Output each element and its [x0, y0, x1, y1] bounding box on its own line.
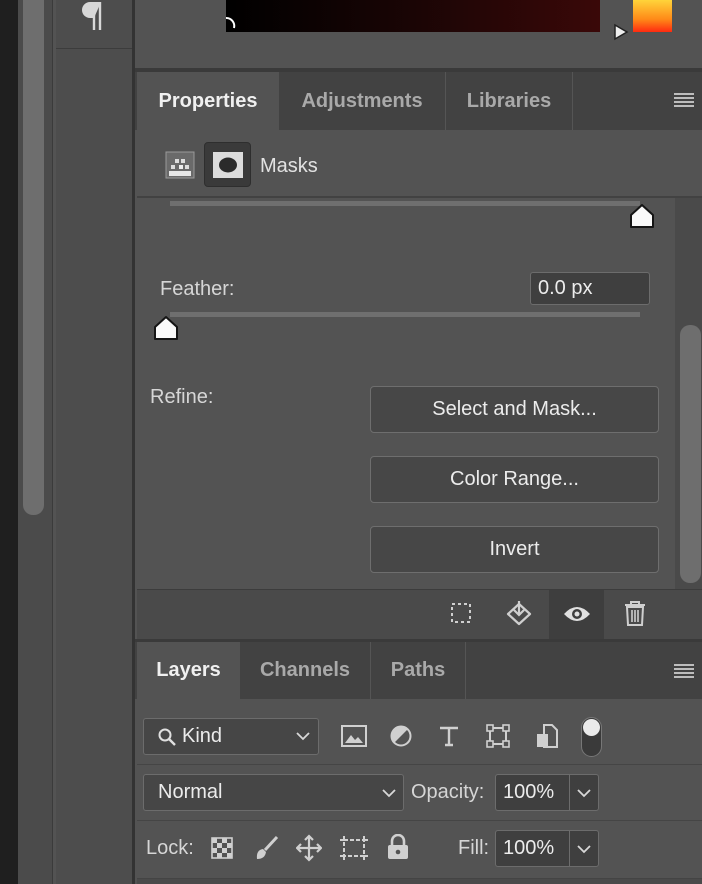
main-divider	[132, 0, 135, 884]
density-slider-track[interactable]	[170, 201, 640, 206]
layers-divider	[137, 820, 702, 821]
paragraph-icon[interactable]	[80, 0, 106, 32]
hue-slider-arrow[interactable]	[613, 23, 629, 41]
apply-mask-icon[interactable]	[505, 600, 533, 626]
refine-label: Refine:	[150, 386, 214, 408]
color-picker-field[interactable]	[226, 0, 600, 32]
collapsed-panel-column	[56, 0, 132, 884]
dock-scrollbar[interactable]	[23, 0, 44, 515]
lock-pixels-brush-icon[interactable]	[253, 835, 279, 861]
filter-smart-object-icon[interactable]	[536, 724, 558, 748]
tab-divider	[572, 72, 573, 130]
masks-label: Masks	[260, 155, 318, 177]
layers-divider	[137, 764, 702, 765]
lock-artboard-icon[interactable]	[339, 835, 369, 861]
layers-menu-icon[interactable]	[674, 664, 694, 678]
fill-value: 100%	[503, 837, 555, 859]
lock-all-icon[interactable]	[387, 834, 409, 860]
tab-adjustments[interactable]: Adjustments	[279, 72, 445, 130]
dock-divider	[52, 0, 53, 884]
density-slider-handle[interactable]	[629, 203, 655, 229]
blend-mode-value: Normal	[158, 781, 223, 803]
load-selection-icon[interactable]	[450, 602, 472, 624]
feather-slider-track[interactable]	[170, 312, 640, 317]
opacity-divider	[569, 775, 570, 810]
filter-kind-value: Kind	[182, 725, 223, 747]
properties-scrollbar-thumb[interactable]	[680, 325, 701, 583]
tab-divider	[465, 642, 466, 699]
select-and-mask-button[interactable]: Select and Mask...	[370, 386, 659, 433]
layers-list-top-edge	[137, 878, 702, 884]
panel-menu-icon[interactable]	[674, 93, 694, 107]
chevron-down-icon[interactable]	[577, 788, 591, 798]
filter-pixel-icon[interactable]	[341, 725, 367, 747]
tab-layers[interactable]: Layers	[137, 642, 240, 699]
filter-kind-select[interactable]: Kind	[143, 718, 319, 755]
feather-slider-handle[interactable]	[153, 315, 179, 341]
feather-value: 0.0 px	[538, 277, 593, 299]
pixel-mask-icon[interactable]	[165, 151, 195, 179]
masks-divider	[137, 196, 702, 198]
chevron-down-icon	[296, 731, 310, 741]
feather-input[interactable]: 0.0 px	[530, 272, 650, 305]
filter-shape-icon[interactable]	[486, 724, 510, 748]
lock-transparency-icon[interactable]	[211, 837, 233, 859]
lock-position-move-icon[interactable]	[296, 834, 322, 862]
blend-mode-select[interactable]: Normal	[143, 774, 404, 811]
lock-label: Lock:	[146, 837, 194, 859]
feather-label: Feather:	[160, 278, 235, 300]
search-icon	[158, 728, 176, 746]
fill-label: Fill:	[458, 837, 490, 859]
opacity-label: Opacity:	[411, 781, 485, 803]
color-range-button[interactable]: Color Range...	[370, 456, 659, 503]
fill-divider	[569, 831, 570, 866]
left-edge	[0, 0, 18, 884]
trash-icon[interactable]	[624, 600, 646, 626]
chevron-down-icon[interactable]	[577, 844, 591, 854]
color-field-cursor	[223, 16, 239, 32]
properties-footer	[137, 589, 702, 639]
hue-slider[interactable]	[633, 0, 672, 32]
filter-type-icon[interactable]	[438, 725, 460, 747]
filter-adjustment-icon[interactable]	[390, 725, 412, 747]
opacity-value: 100%	[503, 781, 555, 803]
chevron-down-icon	[382, 788, 396, 798]
filter-toggle-knob	[583, 719, 600, 736]
vector-mask-icon	[212, 151, 244, 179]
eye-icon	[563, 604, 591, 624]
tab-paths[interactable]: Paths	[371, 642, 465, 699]
tab-channels[interactable]: Channels	[240, 642, 370, 699]
tab-properties[interactable]: Properties	[137, 72, 279, 130]
invert-button[interactable]: Invert	[370, 526, 659, 573]
collapsed-column-divider	[56, 48, 132, 49]
tab-libraries[interactable]: Libraries	[446, 72, 572, 130]
